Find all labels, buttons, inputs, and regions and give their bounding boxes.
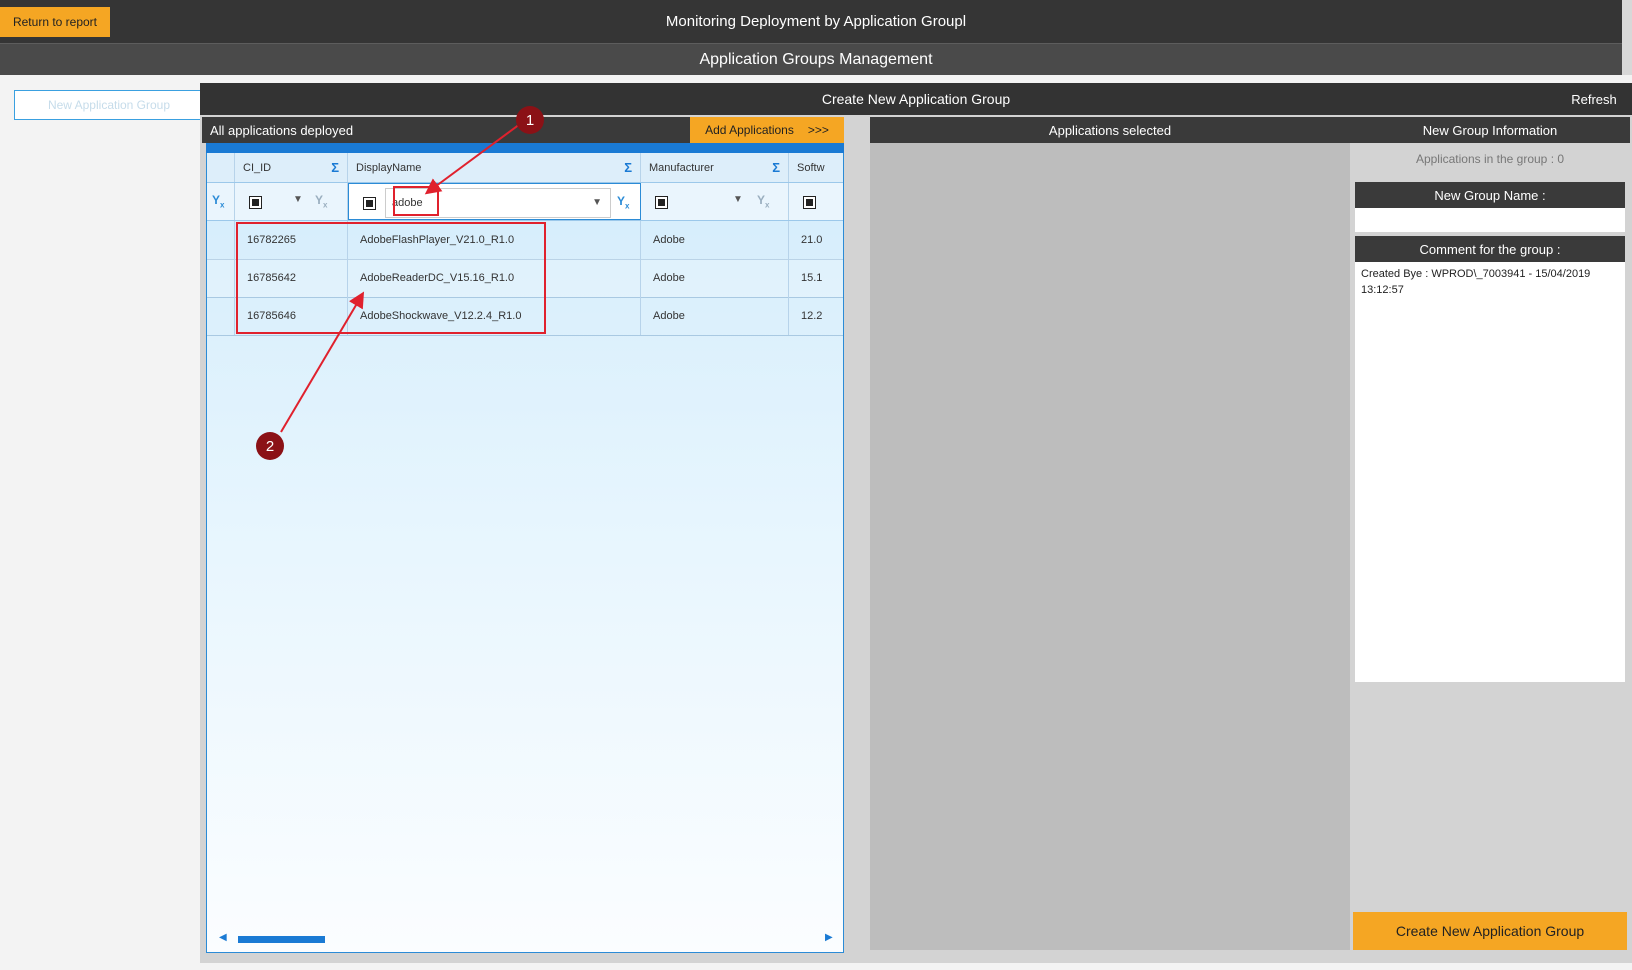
- clear-all-filters[interactable]: Yx: [207, 183, 235, 220]
- cell-software: 21.0: [801, 234, 823, 246]
- page-scrollbar[interactable]: [1622, 0, 1632, 75]
- return-to-report-button[interactable]: Return to report: [0, 7, 110, 37]
- grid-group-panel: [206, 143, 844, 153]
- row-indicator[interactable]: [207, 297, 235, 335]
- filter-ci-id: ▼ Yx: [235, 183, 348, 220]
- cell-manufacturer: Adobe: [641, 259, 789, 297]
- group-comment-label: Comment for the group :: [1355, 236, 1625, 262]
- grid-header-row: CI_ID Σ DisplayName Σ Manufacturer Σ Sof…: [207, 153, 843, 183]
- sum-icon[interactable]: Σ: [772, 160, 780, 175]
- annotation-highlight-results: [236, 222, 546, 334]
- grid-filter-row: Yx ▼ Yx adobe ▼ Yx ▼ Yx: [207, 183, 843, 221]
- cell-software: 12.2: [801, 310, 823, 322]
- column-header-display-name[interactable]: DisplayName Σ: [348, 153, 641, 182]
- filter-software: [789, 183, 843, 220]
- row-indicator-header: [207, 153, 235, 182]
- scroll-thumb[interactable]: [238, 936, 325, 943]
- scroll-left-icon[interactable]: ◀: [219, 932, 227, 943]
- cell-software: 15.1: [801, 272, 823, 284]
- modal-title: Create New Application Group: [200, 83, 1632, 115]
- apps-in-group-count: Applications in the group : 0: [1415, 152, 1565, 166]
- column-header-label: CI_ID: [243, 161, 272, 174]
- middle-panel-title: Applications selected: [870, 117, 1350, 143]
- cell-manufacturer: Adobe: [641, 297, 789, 335]
- create-group-button[interactable]: Create New Application Group: [1353, 912, 1627, 950]
- horizontal-scrollbar[interactable]: ◀ ▶: [207, 927, 843, 951]
- annotation-marker-2: 2: [256, 432, 284, 460]
- filter-checkbox[interactable]: [363, 197, 376, 210]
- clear-filter-icon[interactable]: Yx: [315, 193, 327, 209]
- top-bar: [0, 0, 1632, 43]
- column-header-label: Manufacturer: [649, 161, 714, 174]
- clear-filter-icon[interactable]: Yx: [212, 193, 224, 209]
- group-comment-textarea[interactable]: Created Bye : WPROD\_7003941 - 15/04/201…: [1355, 262, 1625, 682]
- refresh-button[interactable]: Refresh: [1562, 88, 1626, 110]
- column-header-manufacturer[interactable]: Manufacturer Σ: [641, 153, 789, 182]
- clear-filter-icon[interactable]: Yx: [617, 194, 629, 210]
- filter-manufacturer: ▼ Yx: [641, 183, 789, 220]
- cell-manufacturer: Adobe: [641, 221, 789, 259]
- column-header-ci-id[interactable]: CI_ID Σ: [235, 153, 348, 182]
- add-applications-button[interactable]: Add Applications >>>: [690, 117, 844, 143]
- scroll-right-icon[interactable]: ▶: [825, 932, 833, 943]
- annotation-marker-1: 1: [516, 106, 544, 134]
- add-arrows-icon: >>>: [807, 123, 829, 137]
- column-header-software[interactable]: Softw: [789, 153, 843, 182]
- filter-display-name: adobe ▼ Yx: [348, 183, 641, 220]
- page-title: Application Groups Management: [0, 43, 1632, 75]
- right-panel-title: New Group Information: [1350, 117, 1630, 143]
- column-header-label: Softw: [797, 161, 825, 174]
- chevron-down-icon[interactable]: ▼: [293, 194, 303, 205]
- chevron-down-icon[interactable]: ▼: [592, 197, 602, 208]
- annotation-highlight-filter: [393, 186, 439, 216]
- new-application-group-button[interactable]: New Application Group: [14, 90, 204, 120]
- chevron-down-icon[interactable]: ▼: [733, 194, 743, 205]
- group-name-label: New Group Name :: [1355, 182, 1625, 208]
- group-name-input[interactable]: [1355, 208, 1625, 232]
- clear-filter-icon[interactable]: Yx: [757, 193, 769, 209]
- filter-checkbox[interactable]: [249, 196, 262, 209]
- add-applications-label: Add Applications: [705, 123, 794, 137]
- sum-icon[interactable]: Σ: [331, 160, 339, 175]
- filter-checkbox[interactable]: [655, 196, 668, 209]
- filter-checkbox[interactable]: [803, 196, 816, 209]
- selected-applications-area[interactable]: [870, 143, 1350, 950]
- column-header-label: DisplayName: [356, 161, 422, 174]
- sum-icon[interactable]: Σ: [624, 160, 632, 175]
- row-indicator[interactable]: [207, 259, 235, 297]
- row-indicator[interactable]: [207, 221, 235, 259]
